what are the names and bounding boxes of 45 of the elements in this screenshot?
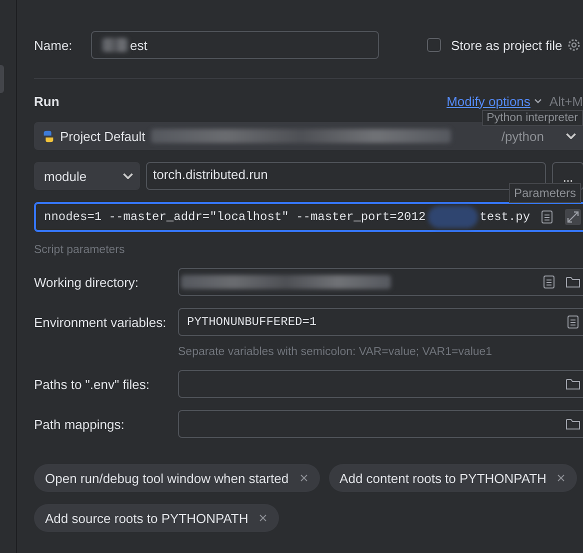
input-field[interactable]: PYTHONUNBUFFERED=1 [178, 308, 583, 336]
field-value: PYTHONUNBUFFERED=1 [187, 315, 317, 329]
tooltip: Parameters [509, 183, 582, 203]
field-label: Working directory: [34, 274, 140, 290]
store-label: Store as project file [451, 38, 562, 52]
option-chip[interactable]: Add content roots to PYTHONPATH [328, 464, 578, 492]
interpreter-dropdown[interactable]: Project Default /python [34, 122, 583, 150]
close-icon[interactable] [556, 473, 566, 483]
mode-dropdown[interactable]: module [34, 162, 140, 190]
field-hint: Separate variables with semicolon: VAR=value; VAR1=value1 [178, 346, 494, 358]
close-icon[interactable] [298, 473, 309, 483]
name-label: Name: [34, 38, 74, 52]
script-parameters-field[interactable]: nnodes=1 --master_addr="localhost" --master_port=2012 test.py [34, 202, 583, 232]
folder-icon[interactable] [565, 274, 581, 290]
list-icon[interactable] [539, 209, 556, 225]
module-field[interactable]: torch.distributed.run [146, 162, 546, 190]
option-chip[interactable]: Open run/debug tool window when started [34, 464, 320, 492]
settings-icon[interactable] [566, 37, 582, 53]
input-field[interactable] [178, 268, 583, 296]
field-caption: Script parameters [34, 244, 126, 256]
option-chip[interactable]: Add source roots to PYTHONPATH [34, 504, 280, 532]
chevron-icon [533, 96, 544, 106]
python-icon [41, 128, 56, 144]
input-field[interactable] [178, 370, 583, 398]
store-checkbox[interactable] [427, 38, 441, 52]
name-field[interactable]: est [91, 31, 379, 59]
tooltip: Python interpreter [482, 110, 583, 126]
list-icon[interactable] [541, 274, 557, 290]
blurred-patch [428, 206, 478, 228]
more-icon [563, 179, 573, 183]
field-label: Environment variables: [34, 314, 168, 330]
modify-options-link[interactable]: Modify options [446, 94, 530, 108]
field-label: Path mappings: [34, 416, 126, 432]
shortcut-hint: Alt+M [549, 94, 583, 108]
folder-icon[interactable] [565, 416, 581, 432]
chevron-icon [566, 133, 576, 139]
input-field[interactable] [178, 410, 583, 438]
blurred-patch [102, 38, 128, 52]
field-label: Paths to ".env" files: [34, 376, 150, 392]
expand-icon[interactable] [565, 209, 582, 225]
list-icon[interactable] [565, 314, 581, 330]
folder-icon[interactable] [565, 376, 581, 392]
chevron-icon [123, 173, 133, 179]
section-title: Run [34, 94, 60, 108]
close-icon[interactable] [258, 513, 268, 523]
